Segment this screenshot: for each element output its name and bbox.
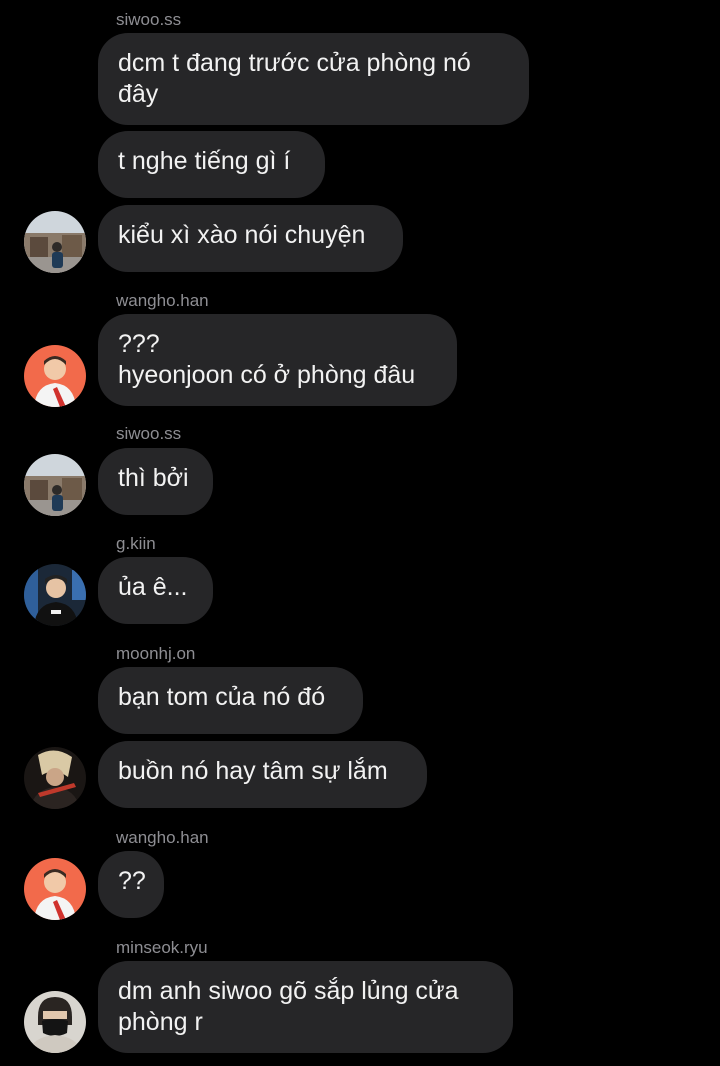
gkiin-avatar[interactable] — [24, 564, 86, 626]
message-bubble[interactable]: ??? hyeonjoon có ở phòng đâu — [98, 314, 457, 406]
message-bubble[interactable]: kiểu xì xào nói chuyện — [98, 205, 403, 272]
moonhj-avatar[interactable] — [24, 747, 86, 809]
message-bubble[interactable]: ?? — [98, 851, 164, 918]
wangho-avatar[interactable] — [24, 345, 86, 407]
minseok-avatar[interactable] — [24, 991, 86, 1053]
wangho-avatar[interactable] — [24, 858, 86, 920]
sender-name: minseok.ryu — [116, 938, 208, 957]
message-bubble[interactable]: dcm t đang trước cửa phòng nó đây — [98, 33, 529, 125]
sender-name: siwoo.ss — [116, 10, 182, 29]
siwoo-avatar[interactable] — [24, 454, 86, 516]
sender-name: moonhj.on — [116, 644, 196, 663]
message-bubble[interactable]: t nghe tiếng gì í — [98, 131, 325, 198]
message-bubble[interactable]: bạn tom của nó đó — [98, 667, 363, 734]
message-thread: siwoo.ss dcm t đang trước cửa phòng nó đ… — [0, 0, 720, 1066]
sender-name: g.kiin — [116, 534, 156, 553]
sender-name: wangho.han — [116, 828, 209, 847]
message-bubble[interactable]: buồn nó hay tâm sự lắm — [98, 741, 427, 808]
message-bubble[interactable]: ủa ê... — [98, 557, 213, 624]
siwoo-avatar[interactable] — [24, 211, 86, 273]
message-bubble[interactable]: dm anh siwoo gõ sắp lủng cửa phòng r — [98, 961, 513, 1053]
sender-name: siwoo.ss — [116, 424, 182, 443]
sender-name: wangho.han — [116, 291, 209, 310]
message-bubble[interactable]: thì bởi — [98, 448, 213, 515]
